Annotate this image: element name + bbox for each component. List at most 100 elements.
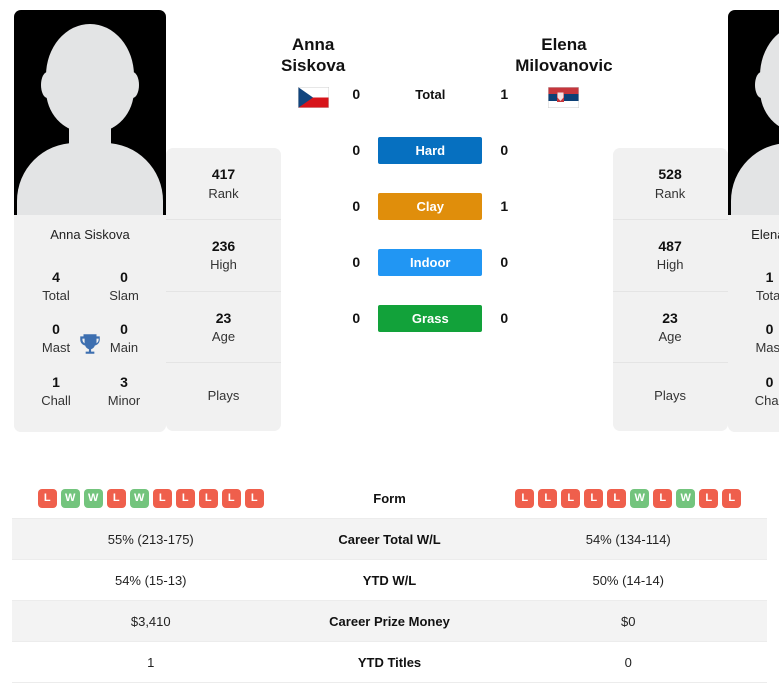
- left-player-photo-caption: Anna Siskova: [14, 215, 166, 255]
- right-value: 0: [624, 654, 632, 670]
- value: 23: [215, 309, 232, 326]
- h2h-row-clay: 0 Clay 1: [345, 178, 515, 234]
- form-badge-l: L: [584, 488, 604, 508]
- value: 528: [658, 166, 682, 182]
- table-row-career-total-wl: 55% (213-175) Career Total W/L 54% (134-…: [12, 519, 767, 560]
- right-stat-rank: 528 Rank: [612, 148, 728, 220]
- value: 0: [52, 321, 60, 338]
- left-form-cell: LWWLWLLLLL: [12, 488, 290, 508]
- label: Rank: [208, 185, 239, 201]
- value: 3: [120, 373, 128, 390]
- avatar-ear-left-icon: [754, 72, 768, 98]
- form-badge-l: L: [198, 488, 218, 508]
- value: 4: [52, 269, 60, 285]
- label: Main: [109, 340, 139, 356]
- right-player-card: Elena Milovanovic 1 Total 0 Slam: [727, 10, 779, 433]
- left-titles-row-1: 4 Total 0 Slam: [14, 261, 166, 313]
- value: 0: [120, 321, 128, 338]
- right-stat-card: 528 Rank 487 High 23 Age Plays: [612, 148, 728, 431]
- left-title-minor: 3 Minor: [96, 373, 152, 409]
- right-form-badges: LLLLLWLWLL: [490, 488, 768, 508]
- right-title-chall: 0 Chall: [742, 373, 779, 409]
- label: Mast: [755, 340, 779, 356]
- form-badge-l: L: [607, 488, 627, 508]
- right-title-total: 1 Total: [742, 268, 779, 304]
- form-badge-w: W: [129, 488, 149, 508]
- form-badge-l: L: [37, 488, 57, 508]
- row-label: YTD W/L: [362, 572, 417, 588]
- row-label: YTD Titles: [357, 654, 422, 670]
- label: Chall: [754, 392, 779, 408]
- label: Total: [755, 287, 779, 303]
- right-stat-high: 487 High: [612, 220, 728, 292]
- right-stat-age: 23 Age: [612, 292, 728, 364]
- left-stat-high: 236 High: [166, 220, 281, 292]
- form-badge-l: L: [515, 488, 535, 508]
- table-row-ytd-wl: 54% (15-13) YTD W/L 50% (14-14): [12, 560, 767, 601]
- label: High: [656, 257, 684, 273]
- comparison-stats-table: LWWLWLLLLL Form LLLLLWLWLL 55% (213-175)…: [0, 478, 779, 683]
- right-titles-row-2: 0 Mast 0 Main: [728, 313, 779, 365]
- left-player-titles-grid: 4 Total 0 Slam 0 Mast 0 Main 1 Chall 3 M…: [14, 255, 166, 433]
- h2h-left-score: 0: [352, 86, 361, 102]
- right-titles-row-3: 0 Chall 1 Minor: [728, 366, 779, 418]
- avatar-shoulders-icon: [17, 143, 163, 215]
- form-badge-w: W: [83, 488, 103, 508]
- left-stat-age: 23 Age: [166, 292, 281, 364]
- right-player-stat-column: 528 Rank 487 High 23 Age Plays: [612, 148, 728, 431]
- left-player-name-block: Anna Siskova: [281, 10, 345, 108]
- h2h-badge-clay: Clay: [378, 192, 483, 220]
- row-label: Form: [373, 490, 406, 506]
- value: 1: [52, 373, 60, 390]
- h2h-badge-indoor: Indoor: [378, 248, 483, 276]
- label: Mast: [41, 340, 71, 356]
- h2h-row-hard: 0 Hard 0: [345, 122, 515, 178]
- left-stat-rank: 417 Rank: [166, 148, 281, 220]
- h2h-left-score: 0: [352, 254, 361, 270]
- left-player-name: Anna Siskova: [281, 35, 346, 76]
- avatar-ear-left-icon: [41, 72, 54, 98]
- right-player-name: Elena Milovanovic: [515, 35, 613, 76]
- left-value: 1: [147, 654, 155, 670]
- table-row-career-prize-money: $3,410 Career Prize Money $0: [12, 601, 767, 642]
- form-badge-l: L: [653, 488, 673, 508]
- form-badge-l: L: [106, 488, 126, 508]
- left-title-mast: 0 Mast: [28, 320, 84, 356]
- h2h-row-indoor: 0 Indoor 0: [345, 234, 515, 290]
- left-form-badges: LWWLWLLLLL: [12, 488, 290, 508]
- form-badge-w: W: [630, 488, 650, 508]
- left-player-photo-column: Anna Siskova 4 Total 0 Slam 0 Mast 0 Mai…: [14, 10, 166, 433]
- right-value: 50% (14-14): [592, 572, 665, 588]
- h2h-label-total: Total: [415, 86, 446, 102]
- czech-republic-flag-icon: [297, 86, 329, 108]
- left-titles-row-3: 1 Chall 3 Minor: [14, 366, 166, 418]
- label: Plays: [207, 388, 240, 404]
- comparison-header: Anna Siskova 4 Total 0 Slam 0 Mast 0 Mai…: [0, 0, 779, 478]
- left-player-stat-column: 417 Rank 236 High 23 Age Plays: [166, 148, 281, 431]
- player-comparison-page: Anna Siskova 4 Total 0 Slam 0 Mast 0 Mai…: [0, 0, 779, 699]
- value: 0: [765, 373, 774, 390]
- label: Age: [658, 329, 682, 345]
- trophy-icon: [80, 333, 100, 354]
- head-to-head-column: 0 Total 1 0 Hard 0 0 Clay 1 0 Indoor 0 0: [345, 10, 515, 346]
- left-player-card: Anna Siskova 4 Total 0 Slam 0 Mast 0 Mai…: [14, 10, 166, 433]
- left-player-avatar: [14, 10, 166, 215]
- left-title-chall: 1 Chall: [28, 373, 84, 409]
- form-badge-l: L: [561, 488, 581, 508]
- left-title-main: 0 Main: [96, 320, 152, 356]
- left-stat-card: 417 Rank 236 High 23 Age Plays: [166, 148, 281, 431]
- form-badge-l: L: [221, 488, 241, 508]
- right-value: $0: [621, 613, 636, 629]
- value: 487: [658, 237, 682, 254]
- value: 417: [211, 166, 236, 182]
- right-title-mast: 0 Mast: [742, 320, 779, 356]
- right-titles-row-1: 1 Total 0 Slam: [728, 261, 779, 313]
- form-badge-w: W: [676, 488, 696, 508]
- label: Rank: [654, 185, 686, 201]
- h2h-left-score: 0: [352, 142, 361, 158]
- label: Age: [211, 329, 236, 345]
- left-title-slam: 0 Slam: [96, 268, 152, 304]
- avatar-shoulders-icon: [730, 143, 779, 215]
- value: 236: [211, 237, 236, 254]
- row-label: Career Prize Money: [329, 613, 450, 629]
